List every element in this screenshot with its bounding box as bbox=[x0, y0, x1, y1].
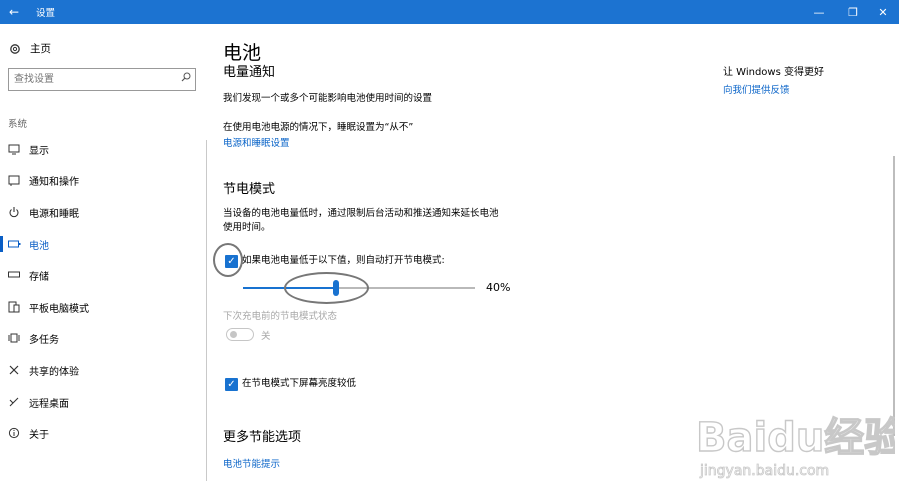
battery-icon bbox=[7, 237, 21, 251]
annotation-circle-checkbox bbox=[213, 243, 243, 277]
saver-status-label: 下次充电前的节电模式状态 bbox=[223, 311, 338, 322]
remote-desktop-icon bbox=[7, 395, 21, 409]
notify-text: 我们发现一个或多个可能影响电池使用时间的设置 bbox=[223, 93, 433, 104]
feedback-heading: 让 Windows 变得更好 bbox=[723, 67, 824, 78]
sidebar-item-remote-desktop[interactable]: 远程桌面 bbox=[0, 391, 205, 413]
sidebar-item-label: 平板电脑模式 bbox=[29, 303, 89, 315]
search-icon bbox=[181, 72, 191, 85]
battery-saver-desc-line1: 当设备的电池电量低时，通过限制后台活动和推送通知来延长电池 bbox=[223, 208, 499, 219]
notification-icon bbox=[7, 173, 21, 187]
close-button[interactable]: ✕ bbox=[866, 0, 899, 24]
sidebar-item-label: 存储 bbox=[29, 271, 49, 283]
baidu-watermark: Baidu经验 jingyan.baidu.com bbox=[695, 414, 895, 479]
sidebar-item-label: 共享的体验 bbox=[29, 366, 79, 378]
sidebar-item-power-sleep[interactable]: 电源和睡眠 bbox=[0, 201, 205, 223]
auto-saver-label: 如果电池电量低于以下值，则自动打开节电模式: bbox=[242, 255, 445, 266]
sidebar-item-multitasking[interactable]: 多任务 bbox=[0, 327, 205, 349]
scrollbar[interactable] bbox=[893, 156, 895, 436]
back-button[interactable]: ← bbox=[0, 0, 28, 24]
sidebar-item-battery[interactable]: 电池 bbox=[0, 233, 205, 255]
close-icon: ✕ bbox=[878, 5, 888, 19]
sidebar-item-shared-experiences[interactable]: 共享的体验 bbox=[0, 359, 205, 381]
pane-divider bbox=[206, 140, 207, 481]
watermark-brand: Baidu经验 bbox=[696, 415, 895, 461]
sidebar-home-label: 主页 bbox=[30, 43, 51, 55]
annotation-circle-slider bbox=[284, 272, 369, 304]
sidebar-item-storage[interactable]: 存储 bbox=[0, 264, 205, 286]
saver-status-toggle-label: 关 bbox=[261, 331, 271, 342]
notify-heading: 电量通知 bbox=[223, 65, 276, 80]
minimize-icon: — bbox=[813, 5, 825, 19]
battery-tips-link[interactable]: 电池节能提示 bbox=[223, 456, 280, 470]
watermark-url: jingyan.baidu.com bbox=[699, 463, 829, 479]
gear-icon bbox=[8, 42, 22, 56]
storage-icon bbox=[7, 268, 21, 282]
sidebar-item-display[interactable]: 显示 bbox=[0, 138, 205, 160]
search-box[interactable] bbox=[8, 68, 196, 91]
sidebar-item-label: 电池 bbox=[29, 240, 49, 252]
share-icon bbox=[7, 363, 21, 377]
title-bar: ← 设置 — ❐ ✕ bbox=[0, 0, 899, 24]
lower-brightness-label: 在节电模式下屏幕亮度较低 bbox=[242, 378, 357, 389]
lower-brightness-checkbox[interactable]: ✓ bbox=[225, 378, 238, 391]
toggle-knob bbox=[230, 331, 237, 338]
sidebar-home[interactable]: 主页 bbox=[8, 41, 51, 56]
sidebar-item-about[interactable]: 关于 bbox=[0, 422, 205, 444]
sidebar-item-label: 多任务 bbox=[29, 334, 59, 346]
section-label: 系统 bbox=[8, 119, 28, 130]
multitask-icon bbox=[7, 331, 21, 345]
sidebar-item-label: 显示 bbox=[29, 145, 49, 157]
tablet-mode-icon bbox=[7, 300, 21, 314]
battery-saver-desc-line2: 使用时间。 bbox=[223, 222, 271, 233]
battery-saver-heading: 节电模式 bbox=[223, 182, 276, 197]
restore-icon: ❐ bbox=[848, 5, 858, 19]
active-indicator bbox=[0, 236, 3, 252]
sidebar-item-label: 远程桌面 bbox=[29, 398, 69, 410]
maximize-button[interactable]: ❐ bbox=[836, 0, 870, 24]
give-feedback-link[interactable]: 向我们提供反馈 bbox=[723, 82, 790, 96]
saver-status-toggle[interactable] bbox=[226, 328, 254, 341]
search-input[interactable] bbox=[9, 69, 169, 90]
minimize-button[interactable]: — bbox=[802, 0, 836, 24]
info-icon bbox=[7, 426, 21, 440]
sidebar-item-label: 关于 bbox=[29, 429, 49, 441]
monitor-icon bbox=[7, 142, 21, 156]
sidebar-item-tablet-mode[interactable]: 平板电脑模式 bbox=[0, 296, 205, 318]
sidebar-item-notifications[interactable]: 通知和操作 bbox=[0, 169, 205, 191]
sleep-setting-text: 在使用电池电源的情况下，睡眠设置为“从不” bbox=[223, 122, 414, 133]
checkmark-icon: ✓ bbox=[227, 379, 236, 390]
more-options-heading: 更多节能选项 bbox=[223, 430, 302, 445]
threshold-value: 40% bbox=[486, 281, 511, 294]
power-icon bbox=[7, 205, 21, 219]
sidebar-item-label: 通知和操作 bbox=[29, 176, 79, 188]
sidebar-item-label: 电源和睡眠 bbox=[29, 208, 79, 220]
power-sleep-settings-link[interactable]: 电源和睡眠设置 bbox=[223, 135, 290, 149]
sidebar: 主页 系统 显示 通知和操作 电源和睡眠 电池 存储 平板电脑模式 多任务 共享… bbox=[0, 24, 205, 481]
window-title: 设置 bbox=[36, 8, 56, 19]
back-arrow-icon: ← bbox=[8, 5, 20, 19]
